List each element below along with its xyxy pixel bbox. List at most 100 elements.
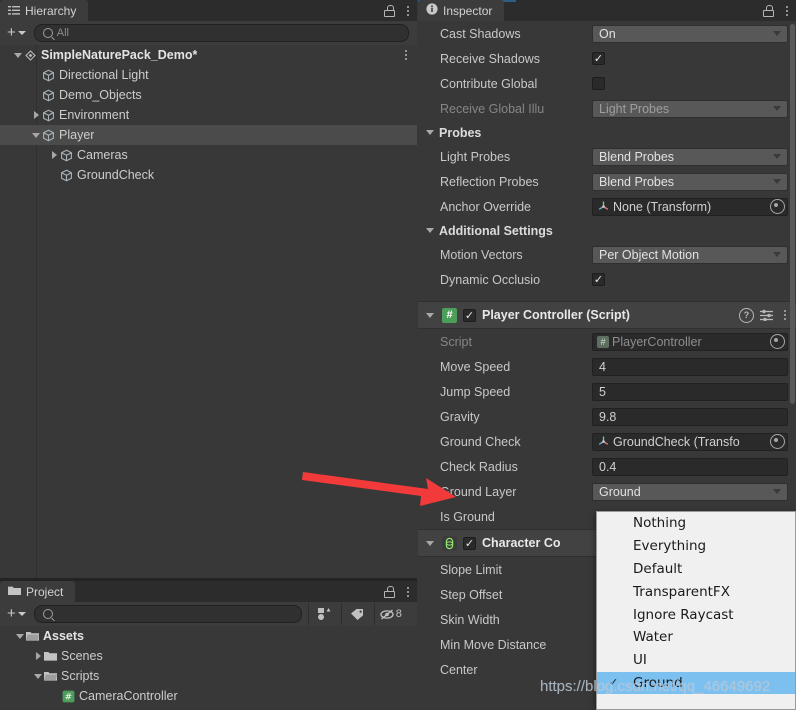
- dropdown-option-label: Default: [633, 560, 683, 577]
- property-row-gravity: Gravity 9.8: [418, 404, 796, 429]
- hierarchy-item-simplenaturepack-demo[interactable]: SimpleNaturePack_Demo*: [0, 45, 417, 65]
- dropdown-field[interactable]: Ground: [592, 482, 788, 501]
- section-additional-settings[interactable]: Additional Settings: [418, 219, 796, 242]
- dropdown-option-ui[interactable]: UI: [597, 649, 795, 672]
- checkbox[interactable]: ✓: [592, 52, 605, 65]
- filter-by-label-icon[interactable]: [340, 603, 374, 625]
- object-field[interactable]: None (Transform): [592, 197, 788, 216]
- hierarchy-item-groundcheck[interactable]: GroundCheck: [0, 165, 417, 185]
- chevron-down-icon[interactable]: [426, 312, 434, 318]
- hierarchy-item-cameras[interactable]: Cameras: [0, 145, 417, 165]
- foldout-toggle[interactable]: [14, 633, 26, 639]
- project-tree[interactable]: Assets Scenes Scripts # CameraController: [0, 626, 417, 708]
- inspector-scrollbar[interactable]: [790, 24, 795, 404]
- component-enabled-checkbox[interactable]: ✓: [463, 308, 476, 322]
- kebab-menu-icon[interactable]: [403, 5, 413, 16]
- component-header-player-controller[interactable]: # ✓ Player Controller (Script)?: [418, 301, 796, 329]
- property-row-ground-check: Ground Check GroundCheck (Transfo: [418, 429, 796, 454]
- object-picker-icon[interactable]: [770, 334, 785, 349]
- kebab-menu-icon[interactable]: [401, 50, 411, 60]
- dropdown-value: On: [599, 26, 616, 41]
- gameobject-icon: [42, 89, 55, 102]
- project-search-input[interactable]: [33, 605, 302, 623]
- hierarchy-search-input[interactable]: All: [33, 24, 409, 42]
- project-item-scripts[interactable]: Scripts: [0, 666, 417, 686]
- tab-inspector[interactable]: Inspector: [418, 0, 505, 21]
- object-field[interactable]: GroundCheck (Transfo: [592, 432, 788, 451]
- hierarchy-item-environment[interactable]: Environment: [0, 105, 417, 125]
- project-item-label: Scripts: [61, 669, 100, 683]
- object-picker-icon[interactable]: [770, 434, 785, 449]
- component-enabled-checkbox[interactable]: ✓: [463, 536, 476, 550]
- dropdown-option-nothing[interactable]: Nothing: [597, 512, 795, 535]
- property-row-move-speed: Move Speed 4: [418, 354, 796, 379]
- hierarchy-item-player[interactable]: Player: [0, 125, 417, 145]
- project-item-assets[interactable]: Assets: [0, 626, 417, 646]
- preset-icon[interactable]: [760, 309, 774, 322]
- tab-hierarchy[interactable]: Hierarchy: [0, 0, 89, 21]
- dropdown-field[interactable]: Light Probes: [592, 99, 788, 118]
- property-value: # PlayerController: [592, 332, 788, 351]
- lock-icon[interactable]: [763, 4, 774, 17]
- text-field[interactable]: 4: [592, 357, 788, 376]
- dropdown-field[interactable]: Blend Probes: [592, 172, 788, 191]
- lock-icon[interactable]: [384, 4, 395, 17]
- dropdown-option-ignore-raycast[interactable]: Ignore Raycast: [597, 603, 795, 626]
- tab-inspector-label: Inspector: [443, 3, 493, 18]
- hierarchy-item-label: Environment: [59, 108, 130, 122]
- text-field[interactable]: 0.4: [592, 457, 788, 476]
- checkbox[interactable]: [592, 77, 605, 90]
- info-icon: [426, 3, 438, 18]
- kebab-menu-icon[interactable]: [782, 5, 792, 16]
- foldout-toggle[interactable]: [30, 111, 42, 119]
- checkbox[interactable]: ✓: [592, 273, 605, 286]
- section-probes[interactable]: Probes: [418, 121, 796, 144]
- property-row-ground-layer: Ground Layer Ground: [418, 479, 796, 504]
- property-value: Ground: [592, 482, 788, 501]
- dropdown-option-water[interactable]: Water: [597, 626, 795, 649]
- chevron-down-icon[interactable]: [426, 540, 434, 546]
- lock-icon[interactable]: [384, 585, 395, 598]
- property-label: Receive Global Illu: [440, 101, 545, 116]
- property-label: Receive Shadows: [440, 51, 541, 66]
- hierarchy-tree[interactable]: SimpleNaturePack_Demo* Directional Light D…: [0, 45, 417, 578]
- dropdown-option-everything[interactable]: Everything: [597, 535, 795, 558]
- dropdown-field[interactable]: Per Object Motion: [592, 245, 788, 264]
- create-asset-button[interactable]: +: [2, 605, 30, 623]
- project-item-cameracontroller[interactable]: # CameraController: [0, 686, 417, 706]
- dropdown-field[interactable]: On: [592, 24, 788, 43]
- hierarchy-item-label: GroundCheck: [77, 168, 155, 182]
- inspector-tabbar: Inspector: [418, 0, 796, 21]
- kebab-menu-icon[interactable]: [403, 586, 413, 597]
- foldout-toggle[interactable]: [48, 151, 60, 159]
- object-field[interactable]: # PlayerController: [592, 332, 788, 351]
- create-object-button[interactable]: +: [2, 24, 30, 42]
- foldout-toggle[interactable]: [32, 652, 44, 660]
- foldout-toggle[interactable]: [30, 132, 42, 138]
- folder-icon: [44, 650, 57, 663]
- component-title: Player Controller (Script): [482, 308, 630, 322]
- object-picker-icon[interactable]: [770, 199, 785, 214]
- dropdown-option-transparentfx[interactable]: TransparentFX: [597, 580, 795, 603]
- project-tab-actions: [384, 581, 413, 602]
- text-field[interactable]: 9.8: [592, 407, 788, 426]
- dropdown-field[interactable]: Blend Probes: [592, 147, 788, 166]
- filter-by-type-icon[interactable]: [307, 603, 341, 625]
- hierarchy-panel: Hierarchy + All SimpleNaturePack_Demo* Di…: [0, 0, 417, 578]
- dropdown-value: Ground: [599, 484, 641, 499]
- text-field[interactable]: 5: [592, 382, 788, 401]
- tab-project[interactable]: Project: [0, 581, 76, 602]
- hierarchy-item-demo-objects[interactable]: Demo_Objects: [0, 85, 417, 105]
- foldout-toggle[interactable]: [12, 52, 24, 58]
- foldout-toggle[interactable]: [32, 673, 44, 679]
- project-item-scenes[interactable]: Scenes: [0, 646, 417, 666]
- hierarchy-item-label: Cameras: [77, 148, 128, 162]
- unity-editor-window: Hierarchy + All SimpleNaturePack_Demo* Di…: [0, 0, 796, 710]
- dropdown-option-default[interactable]: Default: [597, 558, 795, 581]
- capsule-collider-icon: [442, 535, 457, 551]
- hierarchy-item-directional-light[interactable]: Directional Light: [0, 65, 417, 85]
- hidden-packages-count[interactable]: 8: [373, 603, 407, 625]
- help-icon[interactable]: ?: [739, 307, 754, 323]
- kebab-menu-icon[interactable]: [780, 310, 790, 320]
